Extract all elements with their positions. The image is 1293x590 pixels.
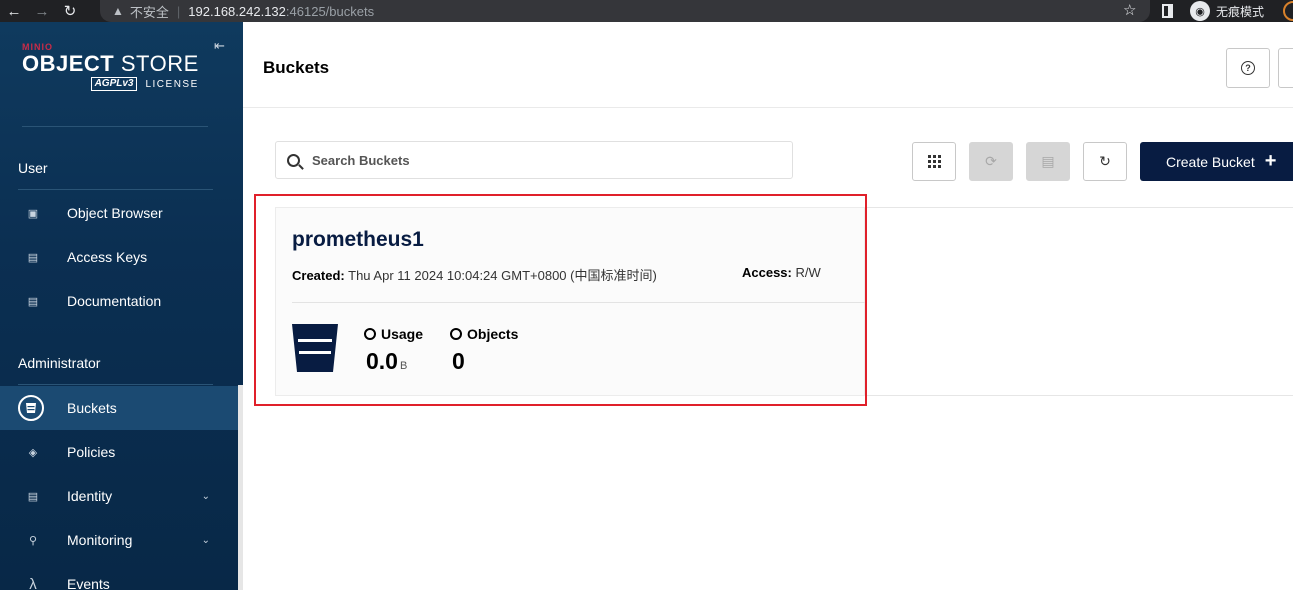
search-input[interactable] [312, 152, 762, 168]
section-divider [18, 384, 213, 385]
incognito-icon: ◉ [1190, 1, 1210, 21]
lifecycle-button[interactable]: ▤ [1026, 142, 1070, 181]
sidebar-item-label: Object Browser [67, 205, 163, 221]
create-bucket-label: Create Bucket [1166, 153, 1255, 170]
highlight-box [254, 194, 867, 406]
sidebar: MINIO OBJECT STORE AGPLv3 LICENSE ⇤ User… [0, 22, 243, 590]
sidebar-item-label: Monitoring [67, 532, 133, 548]
access-keys-icon: ▤ [27, 251, 39, 264]
chevron-down-icon[interactable]: ⌄ [202, 535, 210, 546]
sidebar-item-label: Access Keys [67, 249, 148, 265]
search-field[interactable] [275, 141, 793, 179]
bucket-glyph [26, 403, 36, 413]
minio-logo: MINIO OBJECT STORE AGPLv3 LICENSE [22, 42, 199, 91]
identity-icon: ▤ [27, 490, 39, 503]
bucket-icon [18, 395, 44, 421]
sidebar-item-access-keys[interactable]: ▤ Access Keys [0, 235, 238, 279]
refresh-button[interactable]: ↻ [1083, 142, 1127, 181]
sidebar-item-policies[interactable]: ◈ Policies [0, 430, 238, 474]
plus-icon: + [1264, 150, 1277, 172]
logo-license: AGPLv3 LICENSE [22, 77, 199, 91]
forward-icon[interactable]: → [28, 0, 56, 22]
bookmark-star-icon[interactable]: ☆ [1123, 0, 1136, 22]
list-divider [865, 395, 1293, 396]
documentation-icon: ▤ [27, 295, 39, 308]
section-title-user: User [18, 160, 48, 176]
sidebar-item-events[interactable]: λ Events [0, 562, 238, 590]
refresh-icon: ↻ [1099, 153, 1111, 169]
address-separator: | [176, 3, 181, 19]
logo-title: OBJECT STORE [22, 51, 199, 77]
sidebar-item-label: Documentation [67, 293, 162, 309]
help-icon: ? [1241, 61, 1255, 75]
sidebar-item-buckets[interactable]: Buckets [0, 386, 238, 430]
lifecycle-icon: ▤ [1041, 153, 1055, 169]
logo-title-bold: OBJECT [22, 51, 115, 76]
monitoring-icon: ⚲ [28, 534, 38, 547]
chevron-down-icon[interactable]: ⌄ [202, 491, 210, 502]
page-title: Buckets [263, 58, 330, 77]
grid-view-button[interactable] [912, 142, 956, 181]
sidebar-item-documentation[interactable]: ▤ Documentation [0, 279, 238, 323]
sidebar-item-identity[interactable]: ▤ Identity ⌄ [0, 474, 238, 518]
incognito-indicator[interactable]: ◉ 无痕模式 [1190, 0, 1264, 22]
lambda-icon: λ [29, 575, 37, 590]
warning-icon: ▲ [112, 4, 124, 18]
address-bar[interactable]: ▲ 不安全 | 192.168.242.132 :46125/buckets [100, 0, 1150, 22]
sidebar-scrollbar[interactable] [238, 385, 243, 590]
sidebar-item-label: Identity [67, 488, 113, 504]
url-host: 192.168.242.132 [188, 3, 286, 19]
logo-title-rest: STORE [114, 51, 199, 76]
collapse-sidebar-icon[interactable]: ⇤ [214, 38, 225, 54]
sidebar-item-label: Policies [67, 444, 116, 460]
insecure-label: 不安全 [129, 4, 169, 20]
license-label: LICENSE [145, 78, 199, 90]
grid-icon [927, 155, 941, 168]
sidebar-item-monitoring[interactable]: ⚲ Monitoring ⌄ [0, 518, 238, 562]
replication-button[interactable]: ⟳ [969, 142, 1013, 181]
create-bucket-button[interactable]: Create Bucket + [1140, 142, 1293, 181]
object-browser-icon: ▣ [27, 207, 39, 220]
sidebar-divider [22, 126, 208, 127]
reload-icon[interactable]: ↻ [56, 0, 84, 22]
search-icon [287, 153, 300, 167]
side-panel-icon[interactable] [1162, 4, 1173, 18]
sidebar-item-label: Buckets [67, 400, 117, 416]
help-button[interactable]: ? [1226, 48, 1270, 88]
shield-icon: ◈ [28, 446, 38, 459]
agpl-badge: AGPLv3 [90, 77, 138, 91]
page-header: Buckets ? [243, 22, 1293, 108]
profile-icon[interactable] [1283, 1, 1293, 21]
section-title-administrator: Administrator [18, 355, 101, 371]
sidebar-item-label: Events [67, 576, 110, 590]
url-path: :46125/buckets [285, 3, 375, 19]
back-icon[interactable]: ← [0, 0, 28, 22]
replication-icon: ⟳ [985, 153, 997, 169]
incognito-label: 无痕模式 [1216, 4, 1265, 19]
section-divider [18, 189, 213, 190]
sidebar-item-object-browser[interactable]: ▣ Object Browser [0, 191, 238, 235]
header-menu-button[interactable] [1278, 48, 1293, 88]
browser-toolbar: ← → ↻ ▲ 不安全 | 192.168.242.132 :46125/buc… [0, 0, 1293, 22]
